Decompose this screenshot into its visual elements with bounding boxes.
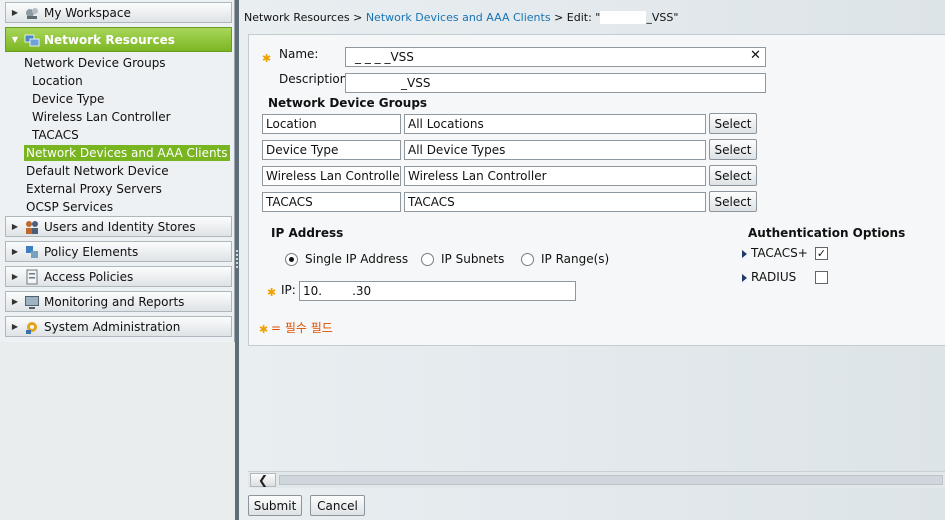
auth-options-heading: Authentication Options <box>748 226 906 240</box>
main-content: Network Resources > Network Devices and … <box>239 0 945 520</box>
redacted-text <box>600 11 647 24</box>
redacted-text <box>349 74 401 92</box>
breadcrumb-network-resources[interactable]: Network Resources > <box>244 11 362 24</box>
radius-expand-arrow-icon[interactable] <box>742 274 747 282</box>
scrollbar-thumb[interactable] <box>279 475 943 485</box>
scroll-left-arrow-icon[interactable]: ❮ <box>250 473 276 487</box>
users-icon <box>24 219 40 235</box>
expand-arrow-icon: ▶ <box>11 297 19 306</box>
ip-address-heading: IP Address <box>271 226 344 240</box>
breadcrumb-devices-aaa-clients-link[interactable]: Network Devices and AAA Clients <box>366 11 551 24</box>
nav-network-devices-aaa-clients[interactable]: Network Devices and AAA Clients <box>24 145 230 161</box>
nav-ocsp-services[interactable]: OCSP Services <box>24 199 115 215</box>
ndg-name-field: Location <box>262 114 401 134</box>
access-policies-icon <box>24 269 40 285</box>
drawer-monitoring-reports[interactable]: ▶ Monitoring and Reports <box>5 291 232 312</box>
system-admin-gear-icon <box>24 319 40 335</box>
drawer-label: Access Policies <box>44 269 134 284</box>
drawer-label: Policy Elements <box>44 244 139 259</box>
drawer-network-resources[interactable]: ▼ Network Resources <box>5 27 232 52</box>
select-device-type-button[interactable]: Select <box>709 139 757 160</box>
workspace-icon <box>24 5 40 21</box>
single-ip-radio[interactable] <box>285 253 298 266</box>
required-star-icon: ✱ <box>267 286 277 299</box>
nav-wireless-lan-controller[interactable]: Wireless Lan Controller <box>30 109 173 125</box>
required-field-note: = 필수 필드 <box>271 321 333 335</box>
nav-location[interactable]: Location <box>30 73 85 89</box>
collapse-arrow-icon: ▼ <box>11 35 19 44</box>
required-star-icon: ✱ <box>259 323 269 336</box>
description-label: Description: <box>279 72 352 86</box>
ip-subnets-radio[interactable] <box>421 253 434 266</box>
ndg-heading: Network Device Groups <box>268 96 428 110</box>
ip-input[interactable]: 10. .30 <box>299 281 576 301</box>
clear-name-icon[interactable]: ✕ <box>750 48 761 63</box>
drawer-label: Network Resources <box>44 32 175 47</box>
breadcrumb-edit-suffix: _VSS" <box>646 11 679 24</box>
ndg-name-field: Device Type <box>262 140 401 160</box>
drawer-system-administration[interactable]: ▶ System Administration <box>5 316 232 337</box>
ndg-value-field[interactable]: Wireless Lan Controller <box>404 166 706 186</box>
submit-button[interactable]: Submit <box>248 495 302 516</box>
tacacs-expand-arrow-icon[interactable] <box>742 250 747 258</box>
breadcrumb: Network Resources > Network Devices and … <box>244 11 678 24</box>
horizontal-scrollbar[interactable]: ❮ <box>248 471 945 488</box>
nav-device-type[interactable]: Device Type <box>30 91 106 107</box>
description-input-value: _VSS <box>401 76 431 90</box>
drawer-label: Monitoring and Reports <box>44 294 185 309</box>
select-wlc-button[interactable]: Select <box>709 165 757 186</box>
expand-arrow-icon: ▶ <box>11 272 19 281</box>
edit-device-form: ✱ Name: _ _ _ _VSS ✕ Description: _VSS N… <box>248 34 945 346</box>
ip-ranges-label[interactable]: IP Range(s) <box>541 252 609 266</box>
nav-external-proxy-servers[interactable]: External Proxy Servers <box>24 181 164 197</box>
tacacs-checkbox[interactable]: ✓ <box>815 247 828 260</box>
redacted-text <box>322 282 353 300</box>
ip-value-start: 10. <box>303 284 323 298</box>
name-input-value: _ _ _ _VSS <box>355 50 414 64</box>
ndg-value-field[interactable]: All Locations <box>404 114 706 134</box>
drawer-label: System Administration <box>44 319 181 334</box>
nav-tacacs[interactable]: TACACS <box>30 127 81 143</box>
select-tacacs-button[interactable]: Select <box>709 191 757 212</box>
name-input[interactable]: _ _ _ _VSS <box>345 47 766 67</box>
ndg-value-field[interactable]: All Device Types <box>404 140 706 160</box>
network-resources-icon <box>24 32 40 48</box>
required-star-icon: ✱ <box>262 52 272 65</box>
ndg-name-field: TACACS <box>262 192 401 212</box>
expand-arrow-icon: ▶ <box>11 222 19 231</box>
description-input[interactable]: _VSS <box>345 73 766 93</box>
left-navigation: ▶ My Workspace ▼ Network Resources Netwo… <box>0 0 235 520</box>
cancel-button[interactable]: Cancel <box>310 495 365 516</box>
drawer-my-workspace[interactable]: ▶ My Workspace <box>5 2 232 23</box>
ndg-value-field[interactable]: TACACS <box>404 192 706 212</box>
drawer-label: Users and Identity Stores <box>44 219 196 234</box>
name-label: Name: <box>279 47 319 61</box>
drawer-policy-elements[interactable]: ▶ Policy Elements <box>5 241 232 262</box>
nav-default-network-device[interactable]: Default Network Device <box>24 163 171 179</box>
expand-arrow-icon: ▶ <box>11 8 19 17</box>
expand-arrow-icon: ▶ <box>11 247 19 256</box>
ip-subnets-label[interactable]: IP Subnets <box>441 252 504 266</box>
drawer-users-identity-stores[interactable]: ▶ Users and Identity Stores <box>5 216 232 237</box>
ip-value-end: .30 <box>352 284 372 298</box>
expand-arrow-icon: ▶ <box>11 322 19 331</box>
tacacs-option-label: TACACS+ <box>751 246 808 260</box>
nav-empty-area <box>0 342 235 520</box>
ndg-name-field: Wireless Lan Controller <box>262 166 401 186</box>
ip-label: IP: <box>281 283 296 297</box>
splitter-grip-icon <box>236 250 238 268</box>
ip-ranges-radio[interactable] <box>521 253 534 266</box>
radius-checkbox[interactable] <box>815 271 828 284</box>
nav-network-device-groups[interactable]: Network Device Groups <box>22 55 168 71</box>
policy-elements-icon <box>24 244 40 260</box>
single-ip-label[interactable]: Single IP Address <box>305 252 408 266</box>
select-location-button[interactable]: Select <box>709 113 757 134</box>
breadcrumb-edit: > Edit: " <box>554 11 601 24</box>
monitoring-icon <box>24 294 40 310</box>
radius-option-label: RADIUS <box>751 270 797 284</box>
drawer-label: My Workspace <box>44 5 131 20</box>
drawer-access-policies[interactable]: ▶ Access Policies <box>5 266 232 287</box>
